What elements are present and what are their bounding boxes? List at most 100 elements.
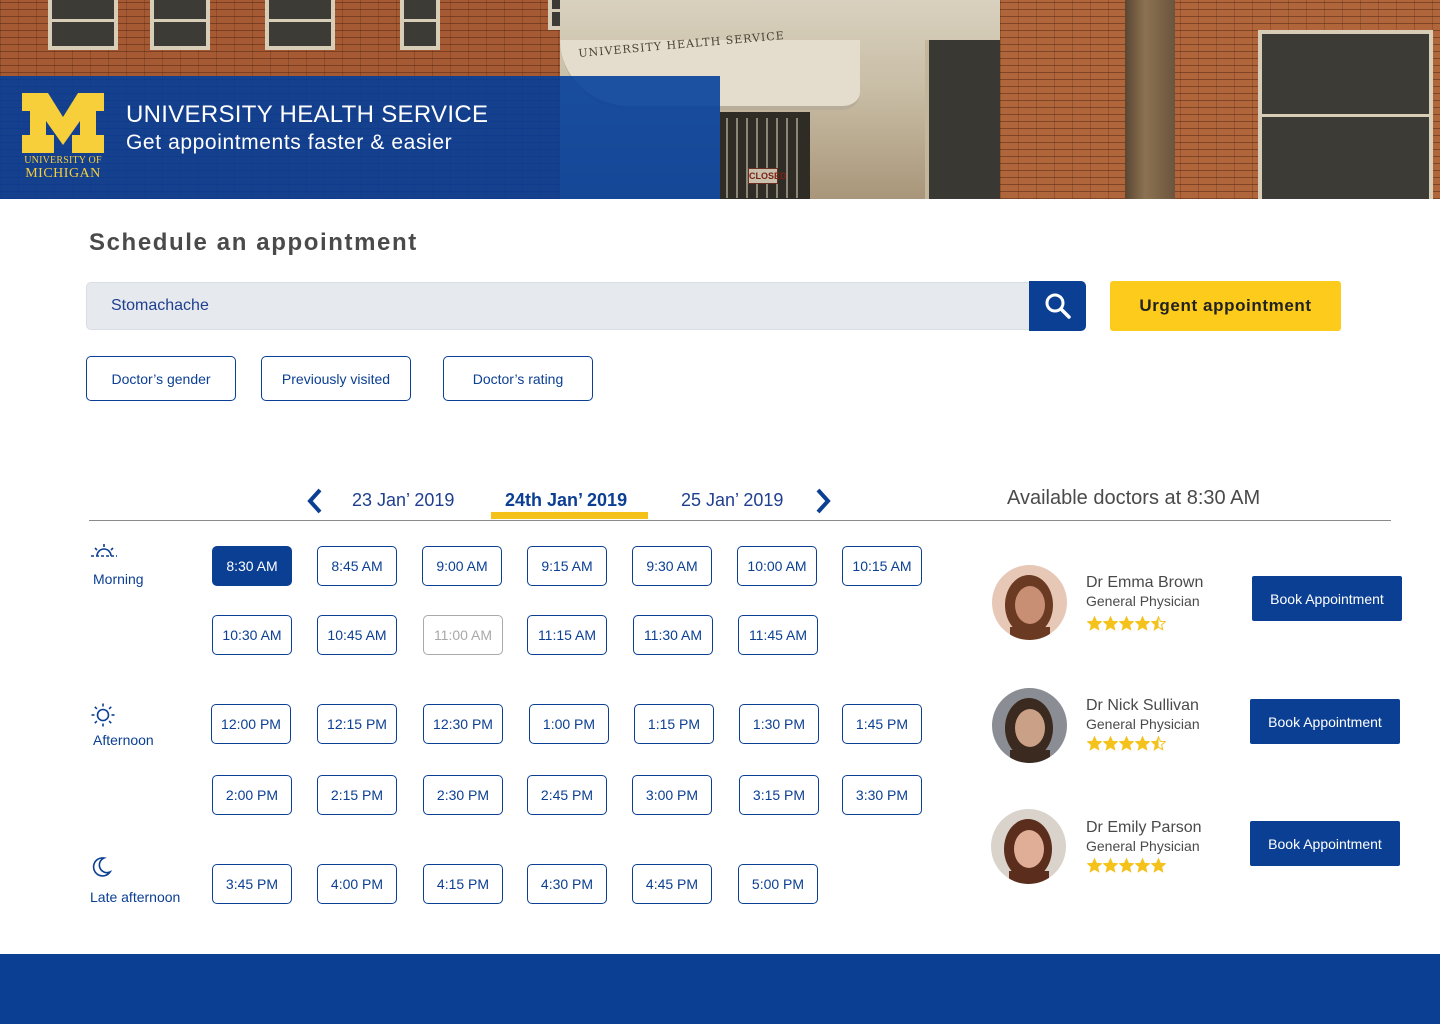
star-icon (1119, 616, 1134, 631)
period-label-morning: Morning (93, 571, 144, 587)
hero-side-window (925, 40, 1000, 199)
date-tab-next[interactable]: 25 Jan’ 2019 (681, 490, 783, 511)
time-slot-button[interactable]: 2:15 PM (317, 775, 397, 815)
star-icon (1103, 736, 1118, 751)
filter-previously-visited[interactable]: Previously visited (261, 356, 411, 401)
time-slot-button[interactable]: 10:15 AM (842, 546, 922, 586)
star-icon (1119, 858, 1134, 873)
time-slot-button[interactable]: 9:15 AM (527, 546, 607, 586)
star-icon (1151, 616, 1166, 631)
star-icon (1135, 736, 1150, 751)
time-slot-button[interactable]: 2:45 PM (527, 775, 607, 815)
star-icon (1135, 616, 1150, 631)
hero-window (400, 0, 440, 50)
time-slot-button[interactable]: 3:45 PM (212, 864, 292, 904)
search-field[interactable] (86, 282, 1030, 330)
book-appointment-button[interactable]: Book Appointment (1250, 821, 1400, 866)
time-slot-button[interactable]: 1:15 PM (634, 704, 714, 744)
chevron-left-icon[interactable] (305, 488, 325, 514)
star-icon (1119, 736, 1134, 751)
time-slot-button[interactable]: 3:15 PM (739, 775, 819, 815)
time-slot-button[interactable]: 4:45 PM (632, 864, 712, 904)
doctor-rating-stars (1087, 858, 1166, 873)
book-appointment-button[interactable]: Book Appointment (1252, 576, 1402, 621)
filter-doctor-gender[interactable]: Doctor’s gender (86, 356, 236, 401)
time-slot-button[interactable]: 5:00 PM (738, 864, 818, 904)
time-slot-button[interactable]: 12:15 PM (317, 704, 397, 744)
time-slot-button[interactable]: 2:00 PM (212, 775, 292, 815)
urgent-appointment-button[interactable]: Urgent appointment (1110, 281, 1341, 331)
time-slot-button: 11:00 AM (423, 615, 503, 655)
doctor-rating-stars (1087, 736, 1166, 751)
time-slot-button[interactable]: 1:30 PM (739, 704, 819, 744)
doctor-photo (992, 565, 1067, 640)
time-slot-button[interactable]: 11:15 AM (527, 615, 607, 655)
time-slot-button[interactable]: 8:45 AM (317, 546, 397, 586)
time-slot-button[interactable]: 10:00 AM (737, 546, 817, 586)
time-slot-button[interactable]: 4:00 PM (317, 864, 397, 904)
site-title: UNIVERSITY HEALTH SERVICE (126, 101, 489, 128)
time-slot-button[interactable]: 1:00 PM (529, 704, 609, 744)
time-slot-button[interactable]: 1:45 PM (842, 704, 922, 744)
doctor-specialty: General Physician (1086, 838, 1200, 854)
filter-doctor-rating[interactable]: Doctor’s rating (443, 356, 593, 401)
star-icon (1151, 858, 1166, 873)
time-slot-button[interactable]: 11:30 AM (633, 615, 713, 655)
doctor-avatar (992, 565, 1067, 640)
search-button[interactable] (1029, 281, 1086, 331)
page-title: Schedule an appointment (89, 229, 418, 256)
period-label-late-afternoon: Late afternoon (90, 889, 181, 905)
time-slot-button[interactable]: 3:30 PM (842, 775, 922, 815)
book-appointment-button[interactable]: Book Appointment (1250, 699, 1400, 744)
hero-window (48, 0, 118, 50)
doctor-specialty: General Physician (1086, 593, 1200, 609)
closed-sign: CLOSED (748, 168, 787, 184)
moon-icon (92, 857, 112, 877)
time-slot-button[interactable]: 3:00 PM (632, 775, 712, 815)
star-icon (1103, 616, 1118, 631)
time-slot-button[interactable]: 8:30 AM (212, 546, 292, 586)
available-doctors-title: Available doctors at 8:30 AM (1007, 487, 1261, 509)
chevron-right-icon[interactable] (813, 488, 833, 514)
doctor-rating-stars (1087, 616, 1166, 631)
footer (0, 954, 1440, 1024)
star-icon (1087, 858, 1102, 873)
hero-banner: UNIVERSITY HEALTH SERVICE CLOSED UNIVERS… (0, 0, 1440, 199)
time-slot-button[interactable]: 10:45 AM (317, 615, 397, 655)
time-slot-button[interactable]: 10:30 AM (212, 615, 292, 655)
doctor-photo (991, 809, 1066, 884)
time-slot-button[interactable]: 12:30 PM (423, 704, 503, 744)
date-tab-current[interactable]: 24th Jan’ 2019 (505, 490, 627, 511)
time-slot-button[interactable]: 4:15 PM (423, 864, 503, 904)
time-slot-button[interactable]: 2:30 PM (423, 775, 503, 815)
hero-tree (1125, 0, 1175, 199)
doctor-name: Dr Nick Sullivan (1086, 697, 1199, 714)
hero-window (150, 0, 210, 50)
time-slot-button[interactable]: 9:30 AM (632, 546, 712, 586)
time-slot-button[interactable]: 11:45 AM (738, 615, 818, 655)
doctor-avatar (992, 688, 1067, 763)
doctor-specialty: General Physician (1086, 716, 1200, 732)
doctor-name: Dr Emily Parson (1086, 819, 1202, 836)
doctor-avatar (991, 809, 1066, 884)
date-tab-active-indicator (491, 512, 648, 519)
site-tagline: Get appointments faster & easier (126, 131, 453, 154)
logo-text-line1: UNIVERSITY OF (24, 155, 102, 166)
search-input[interactable] (111, 283, 991, 329)
period-label-afternoon: Afternoon (93, 732, 154, 748)
star-icon (1103, 858, 1118, 873)
time-slot-button[interactable]: 12:00 PM (211, 704, 291, 744)
time-slot-button[interactable]: 9:00 AM (422, 546, 502, 586)
sunrise-icon (91, 544, 117, 557)
divider (89, 520, 1391, 521)
search-icon (1045, 293, 1071, 319)
sun-icon (91, 703, 115, 727)
hero-window (265, 0, 335, 50)
block-m-logo-icon (22, 93, 104, 153)
time-slot-button[interactable]: 4:30 PM (527, 864, 607, 904)
hero-window (1258, 30, 1433, 199)
university-logo[interactable]: UNIVERSITY OF MICHIGAN (20, 93, 106, 183)
star-icon (1151, 736, 1166, 751)
date-tab-prev[interactable]: 23 Jan’ 2019 (352, 490, 454, 511)
logo-text-line2: MICHIGAN (25, 166, 101, 181)
